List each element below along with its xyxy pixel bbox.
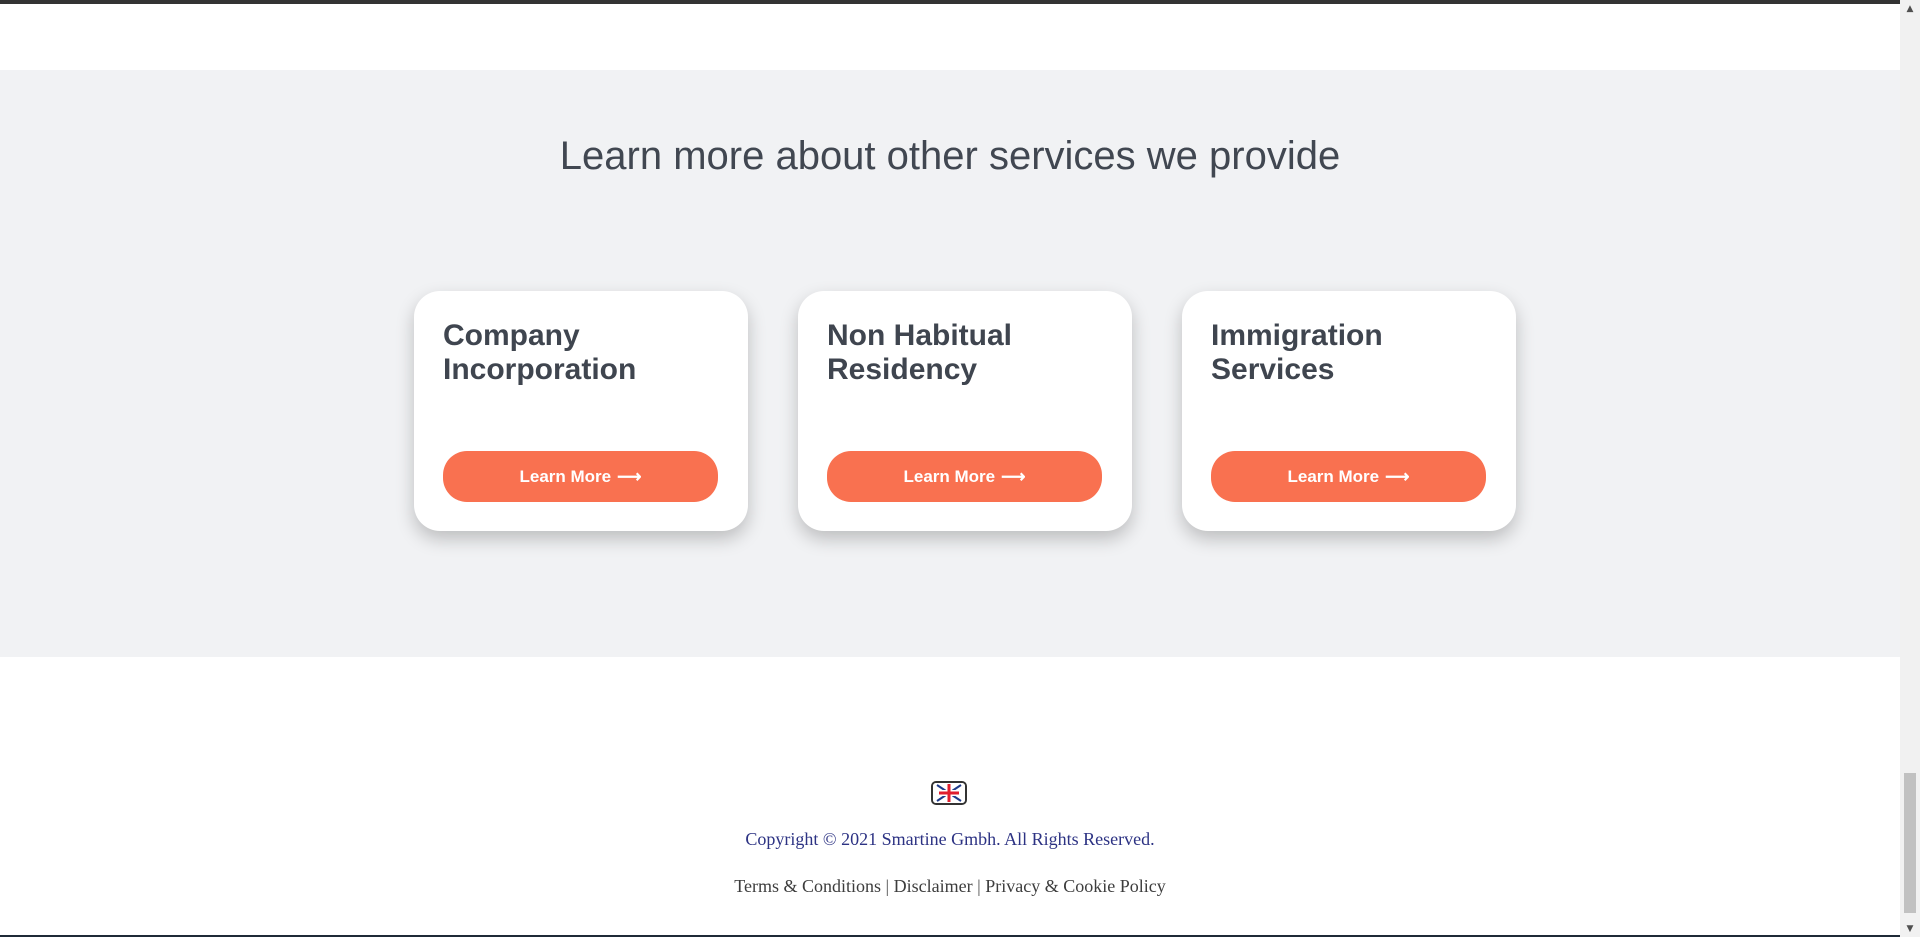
service-card-immigration-services: Immigration Services Learn More ⟶	[1182, 291, 1516, 531]
page: Learn more about other services we provi…	[0, 0, 1900, 937]
copyright-text: Copyright © 2021 Smartine Gmbh. All Righ…	[745, 829, 1155, 849]
learn-more-button[interactable]: Learn More ⟶	[443, 451, 718, 502]
button-label: Learn More	[1287, 466, 1380, 486]
learn-more-button[interactable]: Learn More ⟶	[827, 451, 1102, 502]
button-label: Learn More	[903, 466, 996, 486]
link-separator: |	[885, 876, 890, 896]
scroll-down-icon[interactable]: ▼	[1900, 920, 1920, 937]
browser-viewport: Learn more about other services we provi…	[0, 0, 1920, 937]
scroll-thumb[interactable]	[1904, 773, 1916, 913]
disclaimer-link[interactable]: Disclaimer	[894, 876, 973, 896]
footer-links: Terms & Conditions | Disclaimer | Privac…	[0, 876, 1900, 897]
arrow-right-icon: ⟶	[617, 466, 642, 486]
privacy-cookie-policy-link[interactable]: Privacy & Cookie Policy	[985, 876, 1165, 896]
scroll-up-icon[interactable]: ▲	[1900, 0, 1920, 17]
terms-conditions-link[interactable]: Terms & Conditions	[734, 876, 881, 896]
card-title: Company Incorporation	[443, 319, 637, 386]
button-label: Learn More	[519, 466, 612, 486]
card-title: Immigration Services	[1211, 319, 1383, 386]
arrow-right-icon: ⟶	[1385, 466, 1410, 486]
uk-flag-icon[interactable]	[931, 781, 967, 805]
arrow-right-icon: ⟶	[1001, 466, 1026, 486]
vertical-scrollbar[interactable]: ▲ ▼	[1900, 0, 1920, 937]
service-card-company-incorporation: Company Incorporation Learn More ⟶	[414, 291, 748, 531]
card-title: Non Habitual Residency	[827, 319, 1012, 386]
link-separator: |	[977, 876, 981, 896]
top-border	[0, 0, 1900, 4]
services-title: Learn more about other services we provi…	[559, 134, 1341, 178]
service-card-non-habitual-residency: Non Habitual Residency Learn More ⟶	[798, 291, 1132, 531]
learn-more-button[interactable]: Learn More ⟶	[1211, 451, 1486, 502]
